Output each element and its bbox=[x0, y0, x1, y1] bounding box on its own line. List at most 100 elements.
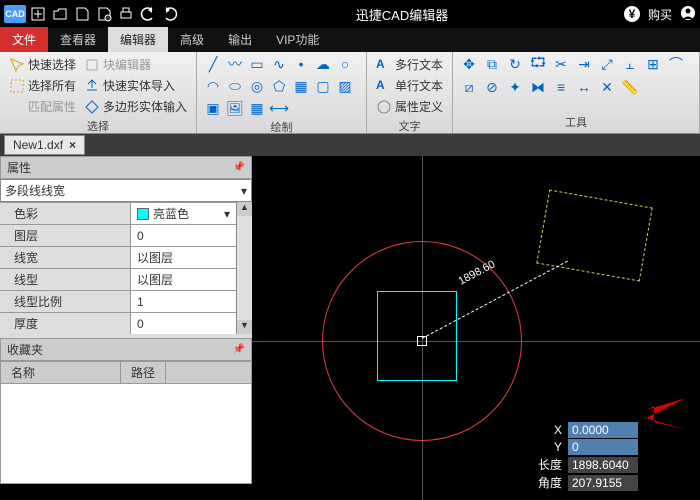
drawing-canvas[interactable]: 1898.60 X0.0000 Y0 长度1898.6040 角度207.915… bbox=[252, 156, 700, 500]
close-tab-icon[interactable]: × bbox=[69, 138, 76, 152]
coord-y-label: Y bbox=[532, 440, 562, 454]
table-icon[interactable]: ▦ bbox=[247, 98, 267, 118]
join-icon[interactable]: ⧓ bbox=[528, 77, 548, 97]
coordinate-readout: X0.0000 Y0 长度1898.6040 角度207.9155 bbox=[532, 421, 638, 492]
mirror-icon[interactable]: ⮔ bbox=[528, 54, 548, 74]
prop-row-layer: 图层0 bbox=[0, 224, 236, 246]
saveas-icon[interactable] bbox=[94, 4, 114, 24]
block-editor-button: 块编辑器 bbox=[81, 54, 190, 75]
ribbon-group-text: A多行文本 A单行文本 属性定义 文字 bbox=[367, 52, 453, 133]
ribbon-group-select: 快速选择 选择所有 匹配属性 块编辑器 快速实体导入 多边形实体输入 选择 bbox=[0, 52, 197, 133]
new-icon[interactable] bbox=[28, 4, 48, 24]
col-name[interactable]: 名称 bbox=[1, 362, 121, 383]
rotate-icon[interactable]: ↻ bbox=[505, 54, 525, 74]
save-icon[interactable] bbox=[72, 4, 92, 24]
ribbon-tabs: 文件 查看器 编辑器 高级 输出 VIP功能 bbox=[0, 28, 700, 52]
coord-length-value[interactable]: 1898.6040 bbox=[568, 457, 638, 473]
quick-select-button[interactable]: 快速选择 bbox=[6, 54, 79, 75]
tab-file[interactable]: 文件 bbox=[0, 27, 48, 52]
coord-length-label: 长度 bbox=[532, 456, 562, 473]
group-label-draw: 绘制 bbox=[203, 118, 360, 136]
rect-icon[interactable]: ▭ bbox=[247, 54, 267, 74]
arc-icon[interactable]: ◠ bbox=[203, 76, 223, 96]
print-icon[interactable] bbox=[116, 4, 136, 24]
document-tabs: New1.dxf × bbox=[0, 134, 700, 156]
coord-x-label: X bbox=[532, 423, 562, 437]
measure-icon[interactable]: 📏 bbox=[620, 77, 640, 97]
property-filter-combo[interactable]: 多段线线宽▾ bbox=[0, 179, 252, 202]
chevron-down-icon: ▾ bbox=[224, 207, 230, 221]
coord-angle-value[interactable]: 207.9155 bbox=[568, 475, 638, 491]
prop-row-lineweight: 线宽以图层 bbox=[0, 246, 236, 268]
stretch-icon[interactable]: ↔ bbox=[574, 77, 594, 97]
region-icon[interactable]: ▢ bbox=[313, 76, 333, 96]
explode-icon[interactable]: ✦ bbox=[505, 77, 525, 97]
image-icon[interactable]: 🖼 bbox=[225, 98, 245, 118]
tab-viewer[interactable]: 查看器 bbox=[48, 27, 108, 52]
entity-import-button[interactable]: 快速实体导入 bbox=[81, 75, 190, 96]
copy-icon[interactable]: ⧉ bbox=[482, 54, 502, 74]
app-title: 迅捷CAD编辑器 bbox=[180, 5, 624, 24]
favorites-title: 收藏夹 bbox=[7, 341, 43, 358]
hatch-icon[interactable]: ▦ bbox=[291, 76, 311, 96]
polyline-icon[interactable]: 〰 bbox=[225, 54, 245, 74]
line-icon[interactable]: ╱ bbox=[203, 54, 223, 74]
break-icon[interactable]: ⊘ bbox=[482, 77, 502, 97]
scrollbar[interactable]: ▲▼ bbox=[236, 202, 252, 334]
trim-icon[interactable]: ✂ bbox=[551, 54, 571, 74]
offset-icon[interactable]: ⫠ bbox=[620, 54, 640, 74]
pin-icon[interactable]: 📌 bbox=[233, 162, 245, 173]
point-icon[interactable]: • bbox=[291, 54, 311, 74]
pin-icon[interactable]: 📌 bbox=[233, 344, 245, 355]
col-path[interactable]: 路径 bbox=[121, 362, 166, 383]
select-all-button[interactable]: 选择所有 bbox=[6, 75, 79, 96]
buy-link[interactable]: 购买 bbox=[648, 6, 672, 23]
redo-icon[interactable] bbox=[160, 4, 180, 24]
prop-row-color: 色彩亮蓝色▾ bbox=[0, 202, 236, 224]
donut-icon[interactable]: ◎ bbox=[247, 76, 267, 96]
scale-icon[interactable]: ⤢ bbox=[597, 54, 617, 74]
wipeout-icon[interactable]: ▨ bbox=[335, 76, 355, 96]
coord-y-value[interactable]: 0 bbox=[568, 439, 638, 455]
tab-editor[interactable]: 编辑器 bbox=[108, 27, 168, 52]
prop-row-thickness: 厚度0 bbox=[0, 312, 236, 334]
chevron-down-icon: ▾ bbox=[241, 184, 247, 198]
erase-icon[interactable]: ✕ bbox=[597, 77, 617, 97]
insert-icon[interactable]: ▣ bbox=[203, 98, 223, 118]
dim-icon[interactable]: ⟷ bbox=[269, 98, 289, 118]
open-icon[interactable] bbox=[50, 4, 70, 24]
chamfer-icon[interactable]: ⧄ bbox=[459, 77, 479, 97]
tab-output[interactable]: 输出 bbox=[216, 27, 264, 52]
extend-icon[interactable]: ⇥ bbox=[574, 54, 594, 74]
move-icon[interactable]: ✥ bbox=[459, 54, 479, 74]
fillet-icon[interactable]: ⌒ bbox=[666, 54, 686, 74]
text-button[interactable]: A单行文本 bbox=[373, 75, 446, 96]
circle-icon[interactable]: ○ bbox=[335, 54, 355, 74]
titlebar-right: ¥ 购买 bbox=[624, 5, 696, 24]
attdef-button[interactable]: 属性定义 bbox=[373, 96, 446, 117]
spline-icon[interactable]: ∿ bbox=[269, 54, 289, 74]
user-icon[interactable] bbox=[680, 5, 696, 24]
document-tab[interactable]: New1.dxf × bbox=[4, 135, 85, 155]
tab-advanced[interactable]: 高级 bbox=[168, 27, 216, 52]
tab-vip[interactable]: VIP功能 bbox=[264, 27, 331, 52]
ellipse-icon[interactable]: ⬭ bbox=[225, 76, 245, 96]
title-bar: CAD 迅捷CAD编辑器 ¥ 购买 bbox=[0, 0, 700, 28]
mtext-button[interactable]: A多行文本 bbox=[373, 54, 446, 75]
polygon-icon[interactable]: ⬠ bbox=[269, 76, 289, 96]
currency-icon[interactable]: ¥ bbox=[624, 6, 640, 22]
entity-rectangle[interactable] bbox=[377, 291, 457, 381]
group-label-select: 选择 bbox=[6, 117, 190, 135]
favorites-columns: 名称 路径 bbox=[0, 361, 252, 384]
coord-x-value[interactable]: 0.0000 bbox=[568, 422, 638, 438]
polygon-input-button[interactable]: 多边形实体输入 bbox=[81, 96, 190, 117]
match-props-button: 匹配属性 bbox=[6, 96, 79, 117]
array-icon[interactable]: ⊞ bbox=[643, 54, 663, 74]
group-label-tools: 工具 bbox=[459, 113, 693, 131]
favorites-list bbox=[0, 384, 252, 484]
document-name: New1.dxf bbox=[13, 138, 63, 152]
undo-icon[interactable] bbox=[138, 4, 158, 24]
align-icon[interactable]: ≡ bbox=[551, 77, 571, 97]
revcloud-icon[interactable]: ☁ bbox=[313, 54, 333, 74]
favorites-panel: 收藏夹 📌 名称 路径 bbox=[0, 338, 252, 484]
